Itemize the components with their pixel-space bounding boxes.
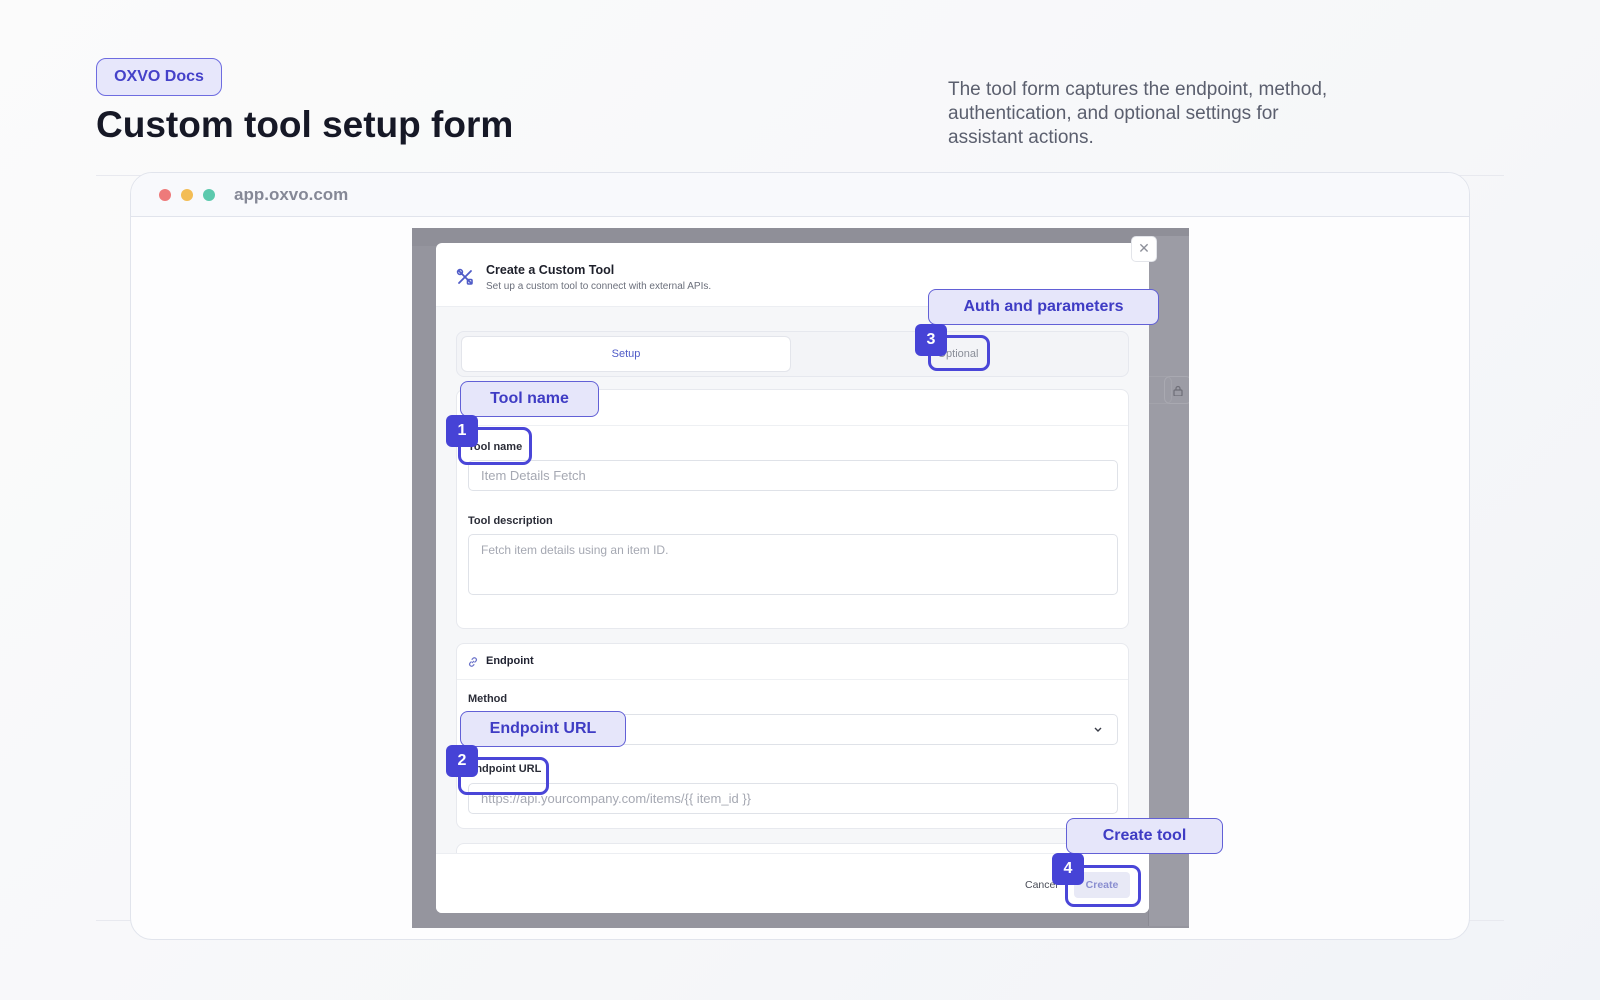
page-title: Custom tool setup form [96, 104, 514, 145]
modal-subtitle: Set up a custom tool to connect with ext… [486, 281, 712, 292]
create-tool-modal: Create a Custom Tool Set up a custom too… [436, 243, 1149, 913]
next-card [456, 843, 1129, 853]
endpoint-section-label: Endpoint [486, 655, 534, 667]
modal-title: Create a Custom Tool [486, 263, 615, 277]
window-close-dot[interactable] [159, 189, 171, 201]
callout-number-3: 3 [915, 324, 947, 356]
chevron-down-icon [1094, 727, 1102, 732]
link-icon [469, 657, 477, 667]
docs-badge: OXVO Docs [96, 58, 222, 96]
callout-label-create-tool: Create tool [1066, 818, 1223, 854]
details-card: Tool name Tool description [456, 389, 1129, 629]
tools-icon [456, 268, 473, 285]
window-minimize-dot[interactable] [181, 189, 193, 201]
tab-bar: Setup Optional [456, 331, 1129, 377]
page-description: The tool form captures the endpoint, met… [948, 79, 1328, 148]
browser-url[interactable]: app.oxvo.com [234, 185, 348, 205]
callout-number-1: 1 [446, 415, 478, 447]
tool-name-input[interactable] [468, 460, 1118, 491]
close-icon[interactable]: ✕ [1131, 236, 1157, 262]
callout-number-2: 2 [446, 745, 478, 777]
callout-label-endpoint-url: Endpoint URL [460, 711, 626, 747]
lock-icon [1164, 376, 1189, 404]
endpoint-card-header: Endpoint [457, 644, 1128, 680]
window-maximize-dot[interactable] [203, 189, 215, 201]
callout-label-auth-parameters: Auth and parameters [928, 289, 1159, 325]
tool-description-input[interactable] [468, 534, 1118, 595]
tool-description-label: Tool description [468, 515, 553, 527]
modal-footer: Cancel Create [436, 853, 1149, 913]
browser-bar: app.oxvo.com [131, 173, 1469, 217]
endpoint-url-input[interactable] [468, 783, 1118, 814]
callout-number-4: 4 [1052, 853, 1084, 885]
callout-label-tool-name: Tool name [460, 381, 599, 417]
tab-setup[interactable]: Setup [461, 336, 791, 372]
method-label: Method [468, 693, 508, 705]
